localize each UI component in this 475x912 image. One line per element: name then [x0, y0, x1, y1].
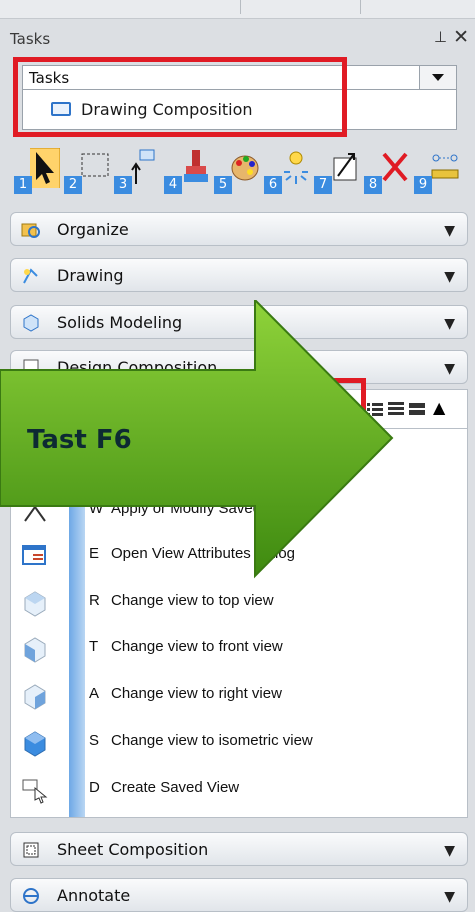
dropdown-arrow-button[interactable] — [419, 66, 456, 89]
annotate-icon — [23, 888, 39, 904]
tool-number: 8 — [364, 176, 382, 194]
section-label: Sheet Composition — [57, 840, 209, 859]
tool-select[interactable]: 1 — [12, 148, 60, 196]
chevron-down-icon: ▼ — [444, 316, 455, 332]
front-view-icon — [24, 637, 46, 663]
tool-row: 1 2 3 4 5 6 7 8 9 — [12, 148, 472, 196]
list-item[interactable]: D Create Saved View — [11, 768, 467, 812]
panel-header: Tasks ⊥ ✕ — [0, 22, 475, 56]
tool-palette[interactable]: 5 — [212, 148, 260, 196]
shortcut-key: T — [89, 638, 99, 655]
select-arrow-icon — [30, 148, 60, 188]
top-view-icon — [24, 591, 46, 617]
place-element-icon — [131, 149, 155, 184]
top-tab[interactable] — [240, 0, 361, 14]
tool-number: 6 — [264, 176, 282, 194]
tool-number: 4 — [164, 176, 182, 194]
tool-number: 5 — [214, 176, 232, 194]
tool-number: 3 — [114, 176, 132, 194]
tool-scale[interactable]: 7 — [312, 148, 360, 196]
tool-explode[interactable]: 6 — [262, 148, 310, 196]
item-label: Change view to front view — [111, 638, 283, 655]
chevron-down-icon: ▼ — [444, 889, 455, 905]
sheet-icon — [23, 842, 39, 858]
shortcut-key: A — [89, 685, 100, 702]
create-saved-view-icon — [22, 779, 48, 804]
tool-number: 7 — [314, 176, 332, 194]
scale-icon — [333, 153, 357, 181]
section-label: Drawing — [57, 266, 124, 285]
right-view-icon — [24, 684, 46, 710]
section-label: Organize — [57, 220, 129, 239]
callout-label: Tast F6 — [27, 425, 132, 455]
explode-icon — [284, 151, 308, 184]
measure-icon — [431, 154, 459, 179]
marquee-select-icon — [81, 153, 109, 177]
tool-place[interactable]: 3 — [112, 148, 160, 196]
tool-number: 1 — [14, 176, 32, 194]
chevron-down-icon: ▼ — [444, 223, 455, 239]
shortcut-key: R — [89, 592, 100, 609]
shortcut-key: D — [89, 779, 100, 796]
section-drawing[interactable]: Drawing ▼ — [10, 258, 468, 292]
shortcut-key: S — [89, 732, 100, 749]
item-label: Change view to isometric view — [111, 732, 313, 749]
item-label: Change view to top view — [111, 592, 274, 609]
section-label: Annotate — [57, 886, 131, 905]
panel-title: Tasks — [10, 30, 51, 48]
highlight-box — [13, 57, 347, 137]
top-strip — [0, 0, 475, 19]
chevron-down-icon — [432, 74, 444, 81]
large-view-icon[interactable] — [409, 401, 425, 417]
isometric-view-icon — [24, 731, 46, 757]
item-label: Create Saved View — [111, 779, 240, 796]
section-organize[interactable]: Organize ▼ — [10, 212, 468, 246]
tool-brush[interactable]: 4 — [162, 148, 210, 196]
chevron-down-icon: ▼ — [444, 269, 455, 285]
drawing-icon — [23, 268, 38, 284]
palette-icon — [231, 155, 259, 181]
list-item[interactable]: T Change view to front view — [11, 627, 467, 671]
chevron-up-icon[interactable]: ▲ — [433, 398, 445, 417]
tool-measure[interactable]: 9 — [412, 148, 460, 196]
tool-delete[interactable]: 8 — [362, 148, 410, 196]
top-tab[interactable] — [0, 0, 241, 14]
close-icon[interactable]: ✕ — [453, 26, 469, 48]
item-label: Change view to right view — [111, 685, 282, 702]
brush-icon — [184, 150, 208, 182]
chevron-down-icon: ▼ — [444, 843, 455, 859]
tool-number: 9 — [414, 176, 432, 194]
chevron-down-icon: ▼ — [444, 361, 455, 377]
delete-icon — [382, 152, 408, 182]
section-annotate[interactable]: Annotate ▼ — [10, 878, 468, 912]
list-item[interactable]: S Change view to isometric view — [11, 721, 467, 765]
list-item[interactable]: R Change view to top view — [11, 581, 467, 625]
organize-icon — [21, 223, 40, 238]
tool-number: 2 — [64, 176, 82, 194]
pin-icon[interactable]: ⊥ — [434, 28, 447, 46]
list-item[interactable]: A Change view to right view — [11, 674, 467, 718]
tool-marquee[interactable]: 2 — [62, 148, 110, 196]
section-sheet-composition[interactable]: Sheet Composition ▼ — [10, 832, 468, 866]
